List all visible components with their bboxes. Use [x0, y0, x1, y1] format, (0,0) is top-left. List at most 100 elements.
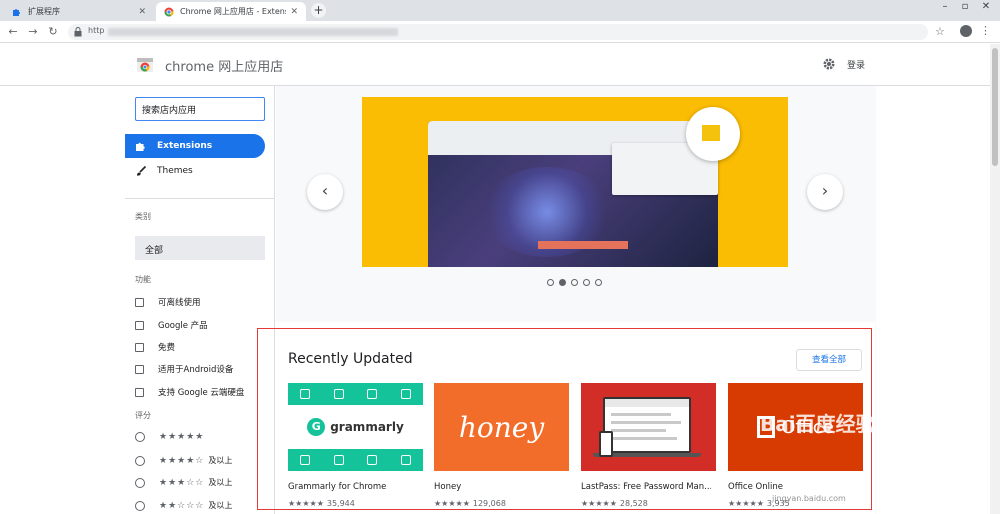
radio[interactable] [135, 500, 145, 511]
account-icon[interactable] [960, 25, 972, 37]
tab-label: 扩展程序 [28, 7, 60, 16]
address-bar[interactable]: http [68, 24, 928, 40]
close-icon[interactable]: ✕ [290, 7, 298, 17]
menu-kebab-icon[interactable]: ⋮ [980, 24, 991, 37]
tile-text: honey [458, 410, 545, 444]
carousel-next-button[interactable]: › [807, 174, 843, 210]
app-name[interactable]: Grammarly for Chrome [288, 482, 418, 492]
login-link[interactable]: 登录 [847, 58, 865, 71]
app-name[interactable]: Honey [434, 482, 564, 492]
feature-drive-checkbox[interactable]: 支持 Google 云端硬盘 [135, 386, 244, 398]
nav-label: Extensions [157, 141, 213, 151]
stars-icon: ★★★★★ [288, 499, 324, 508]
tab-extensions-page[interactable]: 扩展程序 ✕ [4, 2, 154, 21]
app-rating: ★★★★★ 35,944 [288, 499, 355, 508]
tile-text: grammarly [330, 420, 404, 434]
rating-2-radio[interactable]: ★★☆☆☆ 及以上 [135, 500, 232, 511]
app-name[interactable]: Office Online [728, 482, 858, 492]
checkbox[interactable] [135, 342, 144, 352]
search-input[interactable]: 搜索店内应用 [135, 97, 265, 121]
checkbox[interactable] [135, 387, 144, 397]
app-rating: ★★★★★ 28,528 [581, 499, 648, 508]
tile-logo: Ggrammarly [288, 405, 423, 449]
tab-web-store[interactable]: Chrome 网上应用店 - Extensions ✕ [156, 2, 306, 21]
banner-sticky-icon [702, 125, 720, 141]
phone-icon [599, 431, 613, 457]
nav-themes[interactable]: Themes [125, 159, 265, 183]
reload-icon[interactable]: ↻ [46, 25, 60, 39]
back-arrow-icon[interactable]: ← [6, 25, 20, 39]
checkbox[interactable] [135, 364, 144, 374]
lock-icon [74, 27, 82, 37]
rating-suffix: 及以上 [208, 501, 233, 510]
carousel-dot[interactable] [547, 279, 554, 286]
section-title: Recently Updated [288, 351, 413, 367]
puzzle-icon [13, 8, 20, 16]
stars-icon: ★★☆☆☆ [159, 500, 205, 511]
feature-label: 适用于Android设备 [158, 365, 234, 375]
carousel-prev-button[interactable]: ‹ [307, 174, 343, 210]
app-tile-lastpass[interactable] [581, 383, 716, 471]
url-text: http [88, 26, 105, 35]
category-select[interactable]: 全部 [135, 236, 265, 260]
maximize-icon[interactable]: ▫ [955, 0, 975, 14]
tile-top-strip [288, 383, 423, 405]
divider [125, 198, 275, 199]
grammarly-g-icon: G [307, 418, 326, 436]
minimize-icon[interactable]: – [935, 0, 955, 14]
url-redacted [108, 28, 398, 36]
app-tile-honey[interactable]: honey [434, 383, 569, 471]
store-title[interactable]: chrome 网上应用店 [165, 56, 283, 75]
app-name[interactable]: LastPass: Free Password Man... [581, 482, 711, 492]
app-tile-grammarly[interactable]: Ggrammarly [288, 383, 423, 471]
page-scrollbar[interactable] [990, 44, 1000, 514]
rating-3-radio[interactable]: ★★★☆☆ 及以上 [135, 477, 232, 488]
carousel-dot[interactable] [583, 279, 590, 286]
features-heading: 功能 [135, 275, 151, 284]
stars-icon: ★★★★★ [581, 499, 617, 508]
carousel-dot[interactable] [571, 279, 578, 286]
feature-label: 免费 [158, 343, 176, 353]
rating-5-radio[interactable]: ★★★★★ [135, 432, 204, 442]
feature-free-checkbox[interactable]: 免费 [135, 341, 175, 353]
bookmark-star-icon[interactable]: ☆ [935, 25, 945, 38]
baidu-watermark-url: jingyan.baidu.com [772, 494, 846, 503]
feature-google-checkbox[interactable]: Google 产品 [135, 319, 208, 331]
featured-banner[interactable] [362, 97, 788, 267]
tab-label: Chrome 网上应用店 - Extensions [180, 7, 286, 16]
radio[interactable] [135, 477, 145, 488]
rating-4-radio[interactable]: ★★★★☆ 及以上 [135, 455, 232, 466]
close-icon[interactable]: ✕ [138, 7, 146, 17]
stars-icon: ★★★★★ [728, 499, 764, 508]
feature-label: 支持 Google 云端硬盘 [158, 388, 245, 398]
feature-label: Google 产品 [158, 321, 208, 331]
stars-icon: ★★★☆☆ [159, 477, 205, 488]
radio[interactable] [135, 455, 145, 466]
feature-android-checkbox[interactable]: 适用于Android设备 [135, 363, 233, 375]
radio[interactable] [135, 432, 145, 442]
carousel-dot[interactable] [595, 279, 602, 286]
carousel-dots [547, 279, 602, 286]
forward-arrow-icon[interactable]: → [26, 25, 40, 39]
window-close-icon[interactable]: ✕ [976, 0, 996, 14]
baidu-watermark: Bai百度经验 [760, 412, 876, 436]
web-store-logo-icon[interactable] [136, 55, 154, 73]
puzzle-icon [136, 142, 145, 151]
banner-pill [538, 241, 628, 249]
nav-extensions[interactable]: Extensions [125, 134, 265, 158]
rating-suffix: 及以上 [208, 478, 233, 487]
nav-label: Themes [157, 166, 193, 176]
feature-offline-checkbox[interactable]: 可离线使用 [135, 296, 201, 308]
sidebar: 搜索店内应用 Extensions Themes 类别 全部 功能 可离线使用 … [125, 86, 275, 514]
scrollbar-thumb[interactable] [992, 48, 998, 166]
carousel-dot-active[interactable] [559, 279, 566, 286]
browser-tab-strip: 扩展程序 ✕ Chrome 网上应用店 - Extensions ✕ + – ▫… [0, 0, 1000, 21]
rating-heading: 评分 [135, 411, 151, 420]
gear-icon[interactable] [822, 57, 836, 71]
checkbox[interactable] [135, 297, 144, 307]
new-tab-button[interactable]: + [311, 3, 326, 18]
rating-count: 28,528 [619, 499, 648, 508]
tile-bottom-strip [288, 449, 423, 471]
checkbox[interactable] [135, 320, 144, 330]
view-all-button[interactable]: 查看全部 [796, 349, 862, 371]
